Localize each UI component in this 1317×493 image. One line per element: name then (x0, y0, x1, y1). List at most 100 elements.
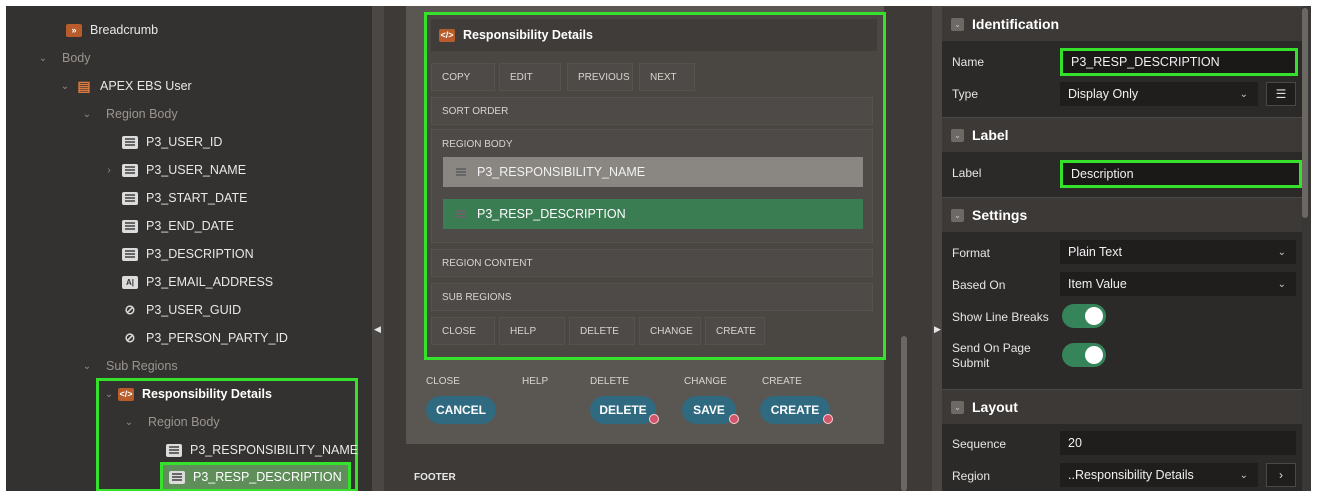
type-label: Type (952, 87, 979, 101)
tree-item[interactable]: A| P3_EMAIL_ADDRESS (122, 271, 273, 293)
text-item-icon (122, 219, 138, 233)
tree-item[interactable]: › P3_USER_NAME (102, 159, 246, 181)
chevron-down-icon: ⌄ (1239, 88, 1248, 100)
region-title-bar[interactable]: </> Responsibility Details (431, 19, 877, 51)
breadcrumb-icon: » (66, 23, 82, 37)
send-on-submit-toggle[interactable] (1062, 343, 1106, 367)
slot-previous[interactable]: PREVIOUS (567, 63, 633, 91)
format-label: Format (952, 246, 991, 260)
based-on-select[interactable]: Item Value ⌄ (1060, 272, 1296, 296)
delete-button[interactable]: DELETE (590, 396, 659, 424)
chevron-down-icon: ⌄ (1277, 246, 1286, 258)
collapse-icon[interactable]: ⌄ (951, 128, 964, 142)
cancel-button[interactable]: CANCEL (426, 396, 496, 424)
code-icon: </> (118, 387, 134, 401)
text-item-icon (122, 247, 138, 261)
slot-region-content[interactable]: REGION CONTENT (431, 249, 873, 277)
button-badge-dot (823, 414, 833, 424)
tree-item[interactable]: P3_RESPONSIBILITY_NAME (166, 439, 358, 461)
chevron-down-icon[interactable]: ⌄ (80, 109, 94, 120)
section-label[interactable]: ⌄ Label (942, 117, 1302, 152)
text-item-icon (122, 135, 138, 149)
region-select[interactable]: ..Responsibility Details ⌄ (1060, 463, 1258, 487)
tree-node-sub-regions[interactable]: ⌄ Sub Regions (80, 355, 178, 377)
collapse-icon[interactable]: ⌄ (951, 17, 964, 31)
slot-create[interactable]: CREATE (705, 317, 765, 345)
slot-next[interactable]: NEXT (639, 63, 695, 91)
tree-item[interactable]: P3_END_DATE (122, 215, 234, 237)
show-line-breaks-toggle[interactable] (1062, 304, 1106, 328)
slot-label-change: CHANGE (684, 376, 727, 387)
slot-label-create: CREATE (762, 376, 802, 387)
sequence-field[interactable]: 20 (1060, 431, 1296, 455)
property-scrollbar[interactable] (1302, 6, 1311, 491)
tree-item[interactable]: P3_USER_ID (122, 131, 222, 153)
left-splitter[interactable]: ◀ (372, 6, 384, 491)
chevron-down-icon[interactable]: ⌄ (80, 361, 94, 372)
tree-node-body[interactable]: ⌄ Body (36, 47, 91, 69)
name-field[interactable]: P3_RESP_DESCRIPTION (1060, 48, 1298, 76)
go-to-region-icon[interactable]: › (1266, 463, 1296, 487)
slot-edit[interactable]: EDIT (499, 63, 561, 91)
canvas-item-responsibility-name[interactable]: P3_RESPONSIBILITY_NAME (443, 157, 863, 187)
collapse-icon[interactable]: ⌄ (951, 400, 964, 414)
text-item-icon (122, 163, 138, 177)
create-button[interactable]: CREATE (760, 396, 833, 424)
format-select[interactable]: Plain Text ⌄ (1060, 240, 1296, 264)
tree-node-apex-ebs-user[interactable]: ⌄ ▤ APEX EBS User (58, 75, 192, 97)
label-label: Label (952, 166, 982, 180)
tree-node-sub-region-body[interactable]: ⌄ Region Body (122, 411, 220, 433)
send-on-submit-label: Send On Page Submit (952, 341, 1031, 370)
layout-canvas: </> Responsibility Details COPY EDIT PRE… (384, 6, 932, 491)
save-button[interactable]: SAVE (682, 396, 739, 424)
tree-item[interactable]: P3_DESCRIPTION (122, 243, 254, 265)
collapse-icon[interactable]: ⌄ (951, 208, 964, 222)
slot-sub-regions[interactable]: SUB REGIONS (431, 283, 873, 311)
property-editor: ⌄ Identification Name P3_RESP_DESCRIPTIO… (942, 6, 1311, 491)
right-splitter[interactable]: ▶ (932, 6, 942, 491)
slot-delete[interactable]: DELETE (569, 317, 635, 345)
chevron-down-icon[interactable]: ⌄ (102, 389, 116, 400)
chevron-down-icon[interactable]: ⌄ (122, 417, 136, 428)
tree-item-selected[interactable]: P3_RESP_DESCRIPTION (160, 462, 351, 491)
section-identification[interactable]: ⌄ Identification (942, 6, 1302, 41)
type-select[interactable]: Display Only ⌄ (1060, 82, 1258, 106)
text-item-icon (122, 191, 138, 205)
section-layout[interactable]: ⌄ Layout (942, 389, 1302, 424)
chevron-down-icon[interactable]: ⌄ (58, 81, 72, 92)
region-label: Region (952, 469, 991, 483)
slot-label-help: HELP (522, 376, 549, 387)
collapse-left-icon[interactable]: ◀ (374, 324, 381, 335)
list-options-icon[interactable]: ☰ (1266, 82, 1296, 106)
region-responsibility-details[interactable]: </> Responsibility Details COPY EDIT PRE… (424, 12, 886, 360)
section-settings[interactable]: ⌄ Settings (942, 197, 1302, 232)
scroll-thumb[interactable] (1302, 8, 1308, 218)
canvas-item-resp-description[interactable]: P3_RESP_DESCRIPTION (443, 199, 863, 229)
slot-close[interactable]: CLOSE (431, 317, 495, 345)
hidden-eye-icon: ⊘ (124, 330, 136, 345)
slot-change[interactable]: CHANGE (639, 317, 701, 345)
tree-node-breadcrumb[interactable]: » Breadcrumb (66, 19, 158, 41)
footer-slot: FOOTER (414, 472, 456, 483)
slot-sort-order[interactable]: SORT ORDER (431, 97, 873, 125)
tree-node-region-body[interactable]: ⌄ Region Body (80, 103, 178, 125)
collapse-right-icon[interactable]: ▶ (934, 324, 941, 335)
chevron-down-icon: ⌄ (1239, 469, 1248, 481)
button-badge-dot (729, 414, 739, 424)
tree-item[interactable]: ⊘ P3_USER_GUID (122, 299, 242, 321)
tree-item[interactable]: ⊘ P3_PERSON_PARTY_ID (122, 327, 288, 349)
scroll-thumb[interactable] (901, 336, 907, 491)
rendering-tree: » Breadcrumb ⌄ Body ⌄ ▤ APEX EBS User ⌄ … (6, 6, 372, 491)
label-field[interactable]: Description (1060, 160, 1302, 188)
text-item-icon (169, 470, 185, 484)
slot-label-close: CLOSE (426, 376, 460, 387)
slot-help[interactable]: HELP (499, 317, 565, 345)
tree-node-responsibility-details[interactable]: ⌄ </> Responsibility Details (102, 383, 272, 405)
tree-item[interactable]: P3_START_DATE (122, 187, 247, 209)
email-item-icon: A| (122, 275, 138, 289)
chevron-down-icon[interactable]: ⌄ (36, 53, 50, 64)
slot-copy[interactable]: COPY (431, 63, 495, 91)
canvas-scrollbar[interactable] (900, 6, 908, 491)
chevron-down-icon: ⌄ (1277, 278, 1286, 290)
chevron-right-icon[interactable]: › (102, 165, 116, 176)
